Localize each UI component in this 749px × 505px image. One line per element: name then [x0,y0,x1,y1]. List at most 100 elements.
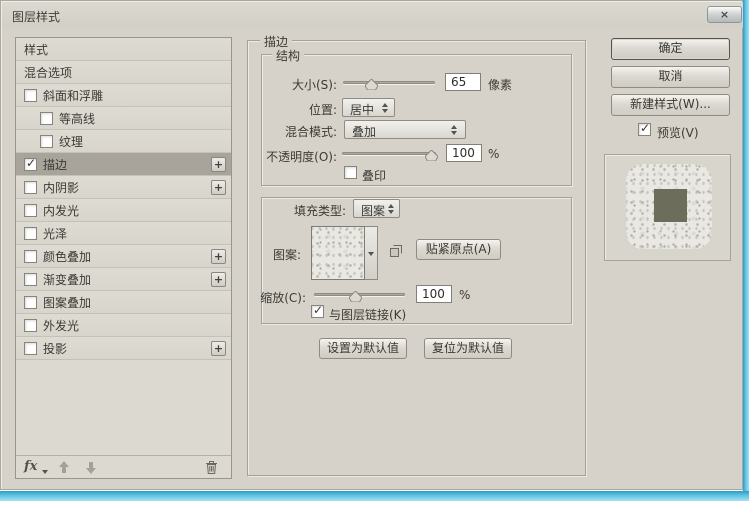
fill-type-label: 填充类型: [293,204,346,218]
pattern-picker-arrow[interactable] [365,226,378,280]
position-value: 居中 [350,103,375,117]
spinner-icon [382,103,388,113]
size-slider[interactable] [343,81,435,84]
sidebar-style-item[interactable]: 光泽 [16,222,231,245]
expand-plus-button[interactable]: + [211,156,226,172]
sidebar-item-label: 纹理 [59,134,84,149]
move-down-icon[interactable] [85,461,97,474]
style-checkbox[interactable] [24,203,37,217]
spinner-icon [451,125,457,135]
make-default-button[interactable]: 设置为默认值 [319,338,407,359]
sidebar-style-item[interactable]: 内发光 [16,199,231,222]
sidebar-item-label: 内发光 [43,203,80,218]
new-style-button[interactable]: 新建样式(W)... [611,94,730,116]
style-checkbox[interactable] [24,295,37,309]
screen: 图层样式 × 样式 混合选项 斜面和浮雕 等高线 纹理 描边 + 内阴影 + 内… [0,0,749,505]
sidebar-item-label: 渐变叠加 [43,272,92,287]
fill-type-select[interactable]: 图案 [353,199,400,218]
pattern-swatch[interactable] [311,226,365,280]
overprint-label: 叠印 [362,169,387,183]
sidebar-style-item[interactable]: 渐变叠加 + [16,268,231,291]
position-select[interactable]: 居中 [342,98,395,117]
sidebar-style-item[interactable]: 斜面和浮雕 [16,84,231,107]
opacity-input[interactable]: 100 [446,144,482,162]
layer-style-dialog: 图层样式 × 样式 混合选项 斜面和浮雕 等高线 纹理 描边 + 内阴影 + 内… [0,0,743,490]
style-list: 样式 混合选项 斜面和浮雕 等高线 纹理 描边 + 内阴影 + 内发光 光泽 颜… [16,38,231,360]
scale-label: 缩放(C): [260,291,306,305]
sidebar-style-item[interactable]: 颜色叠加 + [16,245,231,268]
style-list-toolbar: fx [16,455,231,478]
style-list-panel: 样式 混合选项 斜面和浮雕 等高线 纹理 描边 + 内阴影 + 内发光 光泽 颜… [15,37,232,479]
style-checkbox[interactable] [24,180,37,194]
size-unit: 像素 [488,78,513,92]
link-with-layer-checkbox[interactable] [311,303,324,318]
sidebar-style-item[interactable]: 等高线 [16,107,231,130]
expand-plus-button[interactable]: + [211,179,226,195]
sidebar-item-label: 投影 [43,341,68,356]
ok-button[interactable]: 确定 [611,38,730,60]
position-label: 位置: [308,103,337,117]
sidebar-item-label: 混合选项 [24,65,73,80]
sidebar-style-item[interactable]: 图案叠加 [16,291,231,314]
sidebar-item-label: 光泽 [43,226,68,241]
dialog-titlebar[interactable]: 图层样式 × [2,2,743,28]
sidebar-style-item[interactable]: 纹理 [16,130,231,153]
expand-plus-button[interactable]: + [211,271,226,287]
opacity-unit: % [488,147,500,161]
style-checkbox[interactable] [24,318,37,332]
expand-plus-button[interactable]: + [211,340,226,356]
pattern-label: 图案: [272,248,301,262]
preview-checkbox[interactable] [638,121,651,136]
scale-unit: % [459,288,471,302]
close-button[interactable]: × [707,6,742,23]
sidebar-style-item[interactable]: 外发光 [16,314,231,337]
style-checkbox[interactable] [40,111,53,125]
style-checkbox[interactable] [24,249,37,263]
link-with-layer-label: 与图层链接(K) [329,308,407,322]
blend-mode-select[interactable]: 叠加 [344,120,466,139]
dialog-title: 图层样式 [12,10,61,24]
fill-type-value: 图案 [361,204,386,218]
structure-group-label: 结构 [272,47,305,64]
new-pattern-preset-icon[interactable] [389,243,403,262]
reset-default-button[interactable]: 复位为默认值 [424,338,512,359]
move-up-icon[interactable] [58,461,70,474]
opacity-slider-thumb[interactable] [424,146,439,165]
sidebar-style-item[interactable]: 描边 + [16,153,231,176]
blend-mode-value: 叠加 [352,125,377,139]
sidebar-item-label: 样式 [24,42,49,57]
fx-menu-caret-icon [42,470,48,474]
fx-icon[interactable]: fx [24,459,37,474]
sidebar-item-label: 内阴影 [43,180,80,195]
sidebar-item-label: 等高线 [59,111,96,126]
style-preview-box [604,154,731,261]
delete-effect-icon[interactable] [205,460,218,479]
opacity-label: 不透明度(O): [266,150,337,164]
style-checkbox[interactable] [24,272,37,286]
style-checkbox[interactable] [24,226,37,240]
sidebar-style-item[interactable]: 内阴影 + [16,176,231,199]
size-input[interactable]: 65 [445,73,481,91]
style-checkbox[interactable] [24,341,37,355]
sidebar-item-label: 斜面和浮雕 [43,88,104,103]
style-checkbox[interactable] [24,156,37,171]
preview-label: 预览(V) [657,126,699,140]
app-window-border-bottom [0,491,749,501]
size-label: 大小(S): [291,78,337,92]
sidebar-item-label: 颜色叠加 [43,249,92,264]
cancel-button[interactable]: 取消 [611,66,730,88]
scale-slider-thumb[interactable] [348,287,363,306]
scale-input[interactable]: 100 [416,285,452,303]
style-checkbox[interactable] [40,134,53,148]
sidebar-style-item[interactable]: 混合选项 [16,61,231,84]
sidebar-style-item[interactable]: 样式 [16,38,231,61]
style-checkbox[interactable] [24,88,37,102]
sidebar-style-item[interactable]: 投影 + [16,337,231,360]
snap-to-origin-button[interactable]: 贴紧原点(A) [416,239,501,260]
sidebar-item-label: 描边 [43,157,68,172]
size-slider-thumb[interactable] [364,75,379,94]
overprint-checkbox[interactable] [344,166,357,179]
style-preview-thumbnail [626,164,712,249]
expand-plus-button[interactable]: + [211,248,226,264]
opacity-slider[interactable] [342,152,436,155]
